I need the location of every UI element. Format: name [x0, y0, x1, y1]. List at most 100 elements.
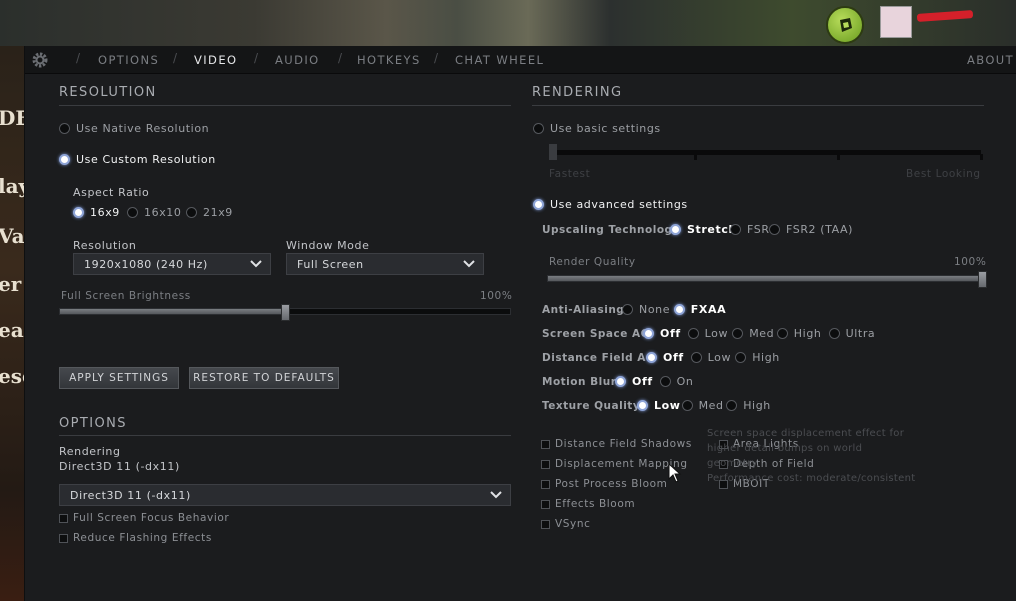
aspect-16x10-radio[interactable]: 16x10: [127, 206, 182, 219]
aspect-21x9-radio[interactable]: 21x9: [186, 206, 233, 219]
radio-dot: [533, 123, 544, 134]
apply-settings-button[interactable]: APPLY SETTINGS: [59, 367, 179, 389]
option-row-label: Screen Space AO: [542, 328, 651, 340]
custom-resolution-label: Use Custom Resolution: [76, 153, 216, 166]
render-quality-slider[interactable]: [547, 271, 987, 288]
rendering-checkbox[interactable]: VSync: [541, 518, 591, 530]
window-mode-dropdown[interactable]: Full Screen: [286, 253, 484, 275]
option-radio[interactable]: Off: [615, 375, 653, 388]
radio-dot: [732, 328, 744, 339]
radio-dot: [690, 352, 702, 363]
aspect-16x9-label: 16x9: [90, 206, 120, 219]
option-radio[interactable]: Off: [646, 351, 684, 364]
tooltip-line: higher detail bumps on world: [707, 443, 863, 454]
resolution-dropdown[interactable]: 1920x1080 (240 Hz): [73, 253, 271, 275]
option-radio[interactable]: None: [622, 303, 670, 316]
avatar[interactable]: [880, 6, 912, 38]
radio-dot-selected: [670, 224, 681, 235]
nav-separator: /: [254, 51, 259, 65]
rendering-checkbox[interactable]: Effects Bloom: [541, 498, 635, 510]
options-section-title: OPTIONS: [59, 416, 127, 431]
radio-dot-selected: [646, 352, 657, 363]
renderer-value: Direct3D 11 (-dx11): [70, 489, 191, 502]
checkbox-box: [59, 513, 68, 523]
tooltip-line: Performance cost: moderate/consistent: [707, 473, 916, 484]
radio-dot: [769, 224, 780, 235]
slider-tick: [980, 154, 983, 160]
aspect-16x10-label: 16x10: [144, 206, 182, 219]
rendering-checkbox[interactable]: Post Process Bloom: [541, 478, 667, 490]
option-radio-label: High: [793, 327, 822, 340]
nav-separator: /: [76, 51, 81, 65]
resolution-value: 1920x1080 (240 Hz): [84, 258, 208, 271]
option-radio-label: Off: [632, 375, 653, 388]
option-radio[interactable]: On: [659, 375, 694, 388]
basic-settings-radio[interactable]: Use basic settings: [533, 122, 661, 135]
slider-tick: [694, 154, 697, 160]
section-divider: [532, 105, 984, 106]
option-radio-label: High: [752, 351, 780, 364]
tab-video[interactable]: VIDEO: [194, 53, 237, 67]
brightness-value: 100%: [480, 290, 513, 302]
option-radio-label: High: [743, 399, 771, 412]
option-radio[interactable]: Low: [690, 351, 731, 364]
advanced-settings-radio[interactable]: Use advanced settings: [533, 198, 688, 211]
checkbox-box: [541, 459, 550, 469]
radio-dot: [687, 328, 699, 339]
basic-quality-slider-handle[interactable]: [549, 144, 557, 160]
option-radio[interactable]: FXAA: [673, 303, 726, 316]
option-radio[interactable]: Med: [681, 399, 724, 412]
radio-dot: [828, 328, 840, 339]
radio-dot-selected: [643, 328, 654, 339]
radio-dot: [659, 376, 671, 387]
checkbox-box: [541, 499, 550, 509]
nav-separator: /: [434, 51, 439, 65]
tab-about[interactable]: ABOUT: [967, 53, 1014, 67]
option-radio[interactable]: High: [776, 327, 822, 340]
upscaling-fsr-radio[interactable]: FSR: [730, 223, 770, 236]
tooltip-line: Screen space displacement effect for: [707, 428, 905, 439]
upscaling-fsr2-radio[interactable]: FSR2 (TAA): [769, 223, 853, 236]
option-radio[interactable]: Low: [637, 399, 681, 412]
aspect-16x9-radio[interactable]: 16x9: [73, 206, 120, 219]
currency-icon[interactable]: [826, 6, 864, 44]
option-radio[interactable]: Med: [732, 327, 774, 340]
upscaling-fsr2-label: FSR2 (TAA): [786, 223, 854, 236]
brightness-slider[interactable]: [59, 304, 511, 321]
rendering-checkbox[interactable]: Displacement Mapping: [541, 458, 688, 470]
reduce-flashing-checkbox[interactable]: Reduce Flashing Effects: [59, 532, 212, 544]
gear-icon[interactable]: [30, 50, 50, 70]
renderer-dropdown[interactable]: Direct3D 11 (-dx11): [59, 484, 511, 506]
render-quality-slider-handle[interactable]: [978, 271, 987, 288]
window-mode-value: Full Screen: [297, 258, 364, 271]
tab-options[interactable]: OPTIONS: [98, 53, 159, 67]
tab-chat-wheel[interactable]: CHAT WHEEL: [455, 53, 544, 67]
rendering-checkbox[interactable]: Distance Field Shadows: [541, 438, 692, 450]
reduce-flashing-label: Reduce Flashing Effects: [73, 532, 212, 544]
basic-quality-slider[interactable]: [549, 150, 981, 155]
brightness-slider-handle[interactable]: [281, 304, 290, 321]
slider-tick: [837, 154, 840, 160]
option-radio[interactable]: High: [726, 399, 771, 412]
upscaling-stretch-radio[interactable]: Stretch: [670, 223, 737, 236]
fullscreen-focus-checkbox[interactable]: Full Screen Focus Behavior: [59, 512, 229, 524]
radio-dot: [59, 123, 70, 134]
option-radio[interactable]: Low: [687, 327, 728, 340]
option-radio[interactable]: High: [735, 351, 780, 364]
brightness-slider-fill: [60, 309, 285, 314]
radio-dot: [735, 352, 747, 363]
option-radio[interactable]: Off: [643, 327, 681, 340]
checkbox-label: Distance Field Shadows: [555, 438, 692, 450]
option-radio-label: Med: [698, 399, 724, 412]
window-mode-label: Window Mode: [286, 239, 370, 252]
custom-resolution-radio[interactable]: Use Custom Resolution: [59, 153, 216, 166]
aspect-ratio-label: Aspect Ratio: [73, 186, 150, 199]
option-radio[interactable]: Ultra: [828, 327, 876, 340]
radio-dot-selected: [533, 199, 544, 210]
restore-defaults-button[interactable]: RESTORE TO DEFAULTS: [189, 367, 339, 389]
native-resolution-radio[interactable]: Use Native Resolution: [59, 122, 209, 135]
rendering-label: Rendering: [59, 445, 121, 458]
tab-hotkeys[interactable]: HOTKEYS: [357, 53, 421, 67]
rendering-current-value: Direct3D 11 (-dx11): [59, 460, 180, 473]
tab-audio[interactable]: AUDIO: [275, 53, 320, 67]
